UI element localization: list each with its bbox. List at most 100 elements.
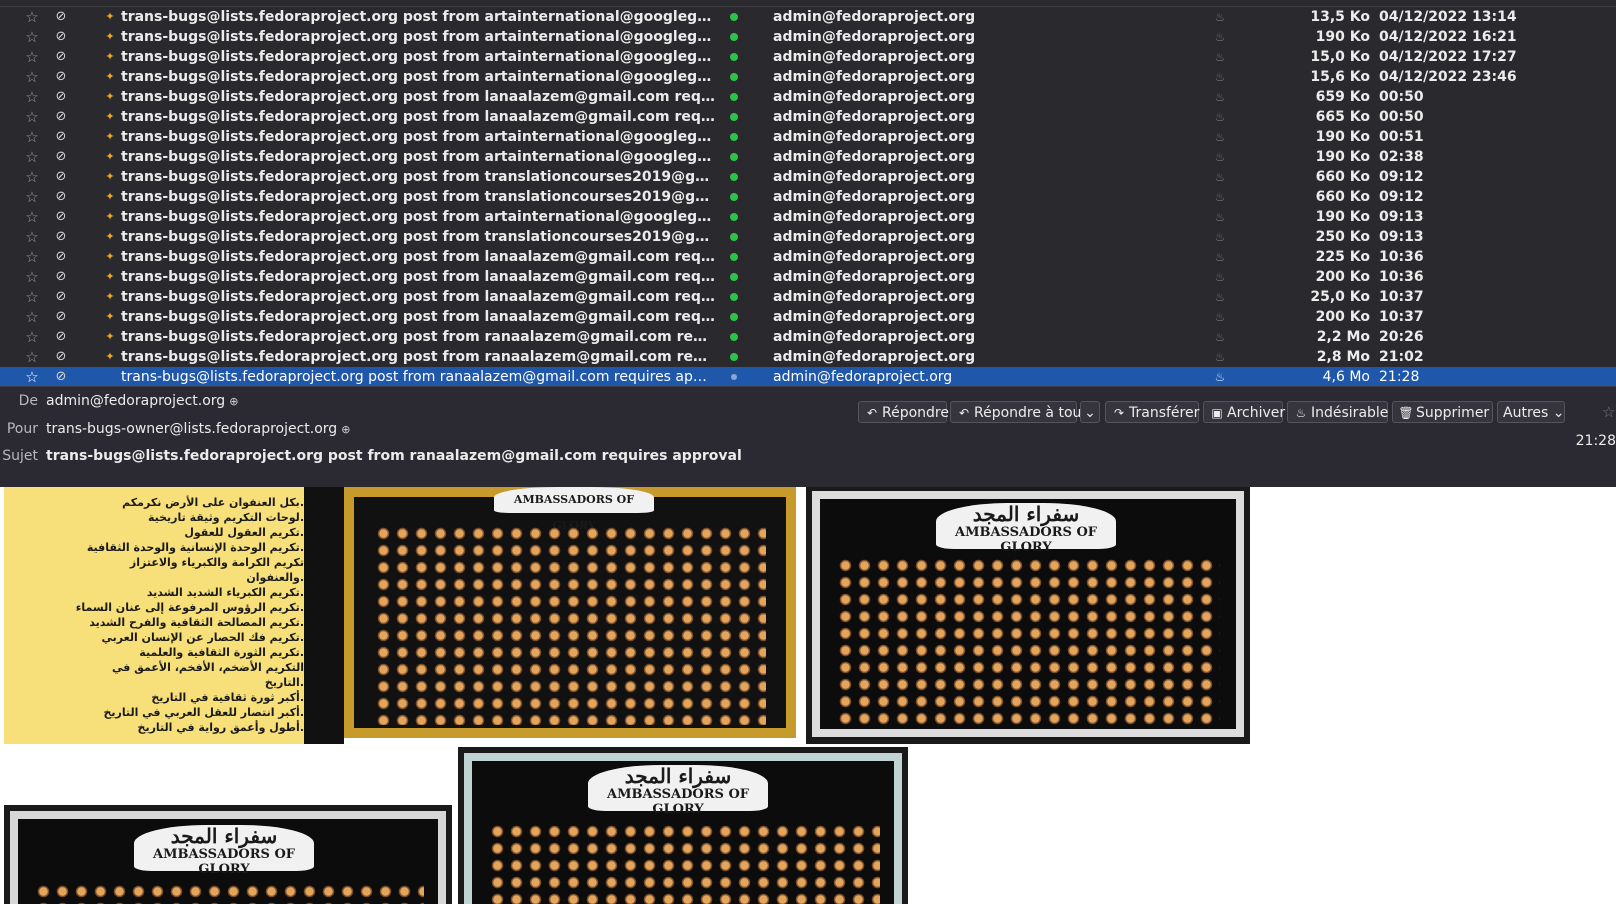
junk-icon[interactable]: ♨ (1212, 7, 1228, 27)
star-icon[interactable]: ☆ (1602, 403, 1615, 421)
reply-all-dropdown[interactable]: ⌄ (1080, 401, 1100, 423)
message-row[interactable]: ☆ ⊘ ✦ trans-bugs@lists.fedoraproject.org po… (0, 87, 1616, 107)
read-status-icon[interactable] (730, 13, 740, 21)
read-status-icon[interactable] (730, 133, 740, 141)
star-icon[interactable]: ☆ (22, 327, 42, 347)
forward-button[interactable]: ↷ Transférer (1105, 401, 1199, 423)
message-row[interactable]: ☆ ⊘ trans-bugs@lists.fedoraproject.org pos… (0, 367, 1616, 387)
address-book-icon[interactable]: ⊕ (229, 395, 238, 408)
delete-button[interactable]: 🗑 Supprimer (1392, 401, 1493, 423)
row-subject[interactable]: trans-bugs@lists.fedoraproject.org post … (121, 347, 715, 367)
star-icon[interactable]: ☆ (22, 107, 42, 127)
star-icon[interactable]: ☆ (22, 127, 42, 147)
star-icon[interactable]: ☆ (22, 267, 42, 287)
junk-icon[interactable]: ♨ (1212, 147, 1228, 167)
row-subject[interactable]: trans-bugs@lists.fedoraproject.org post … (121, 207, 715, 227)
row-subject[interactable]: trans-bugs@lists.fedoraproject.org post … (121, 87, 715, 107)
message-row[interactable]: ☆ ⊘ ✦ trans-bugs@lists.fedoraproject.org po… (0, 287, 1616, 307)
read-status-icon[interactable] (730, 253, 740, 261)
read-status-icon[interactable] (730, 373, 740, 381)
message-row[interactable]: ☆ ⊘ ✦ trans-bugs@lists.fedoraproject.org po… (0, 267, 1616, 287)
row-subject[interactable]: trans-bugs@lists.fedoraproject.org post … (121, 27, 715, 47)
star-icon[interactable]: ☆ (22, 27, 42, 47)
junk-icon[interactable]: ♨ (1212, 347, 1228, 367)
star-icon[interactable]: ☆ (22, 167, 42, 187)
message-row[interactable]: ☆ ⊘ ✦ trans-bugs@lists.fedoraproject.org po… (0, 27, 1616, 47)
junk-icon[interactable]: ♨ (1212, 307, 1228, 327)
row-subject[interactable]: trans-bugs@lists.fedoraproject.org post … (121, 267, 715, 287)
archive-button[interactable]: ▣ Archiver (1203, 401, 1285, 423)
message-list[interactable]: ☆ ⊘ ✦ trans-bugs@lists.fedoraproject.org po… (0, 0, 1616, 387)
message-row[interactable]: ☆ ⊘ ✦ trans-bugs@lists.fedoraproject.org po… (0, 307, 1616, 327)
junk-icon[interactable]: ♨ (1212, 287, 1228, 307)
junk-icon[interactable]: ♨ (1212, 87, 1228, 107)
junk-icon[interactable]: ♨ (1212, 47, 1228, 67)
read-status-icon[interactable] (730, 113, 740, 121)
read-status-icon[interactable] (730, 193, 740, 201)
read-status-icon[interactable] (730, 333, 740, 341)
star-icon[interactable]: ☆ (22, 227, 42, 247)
star-icon[interactable]: ☆ (22, 307, 42, 327)
row-subject[interactable]: trans-bugs@lists.fedoraproject.org post … (121, 187, 715, 207)
row-subject[interactable]: trans-bugs@lists.fedoraproject.org post … (121, 7, 715, 27)
row-subject[interactable]: trans-bugs@lists.fedoraproject.org post … (121, 107, 715, 127)
message-row[interactable]: ☆ ⊘ ✦ trans-bugs@lists.fedoraproject.org po… (0, 127, 1616, 147)
message-row[interactable]: ☆ ⊘ ✦ trans-bugs@lists.fedoraproject.org po… (0, 247, 1616, 267)
poster-image-gold-frame[interactable]: AMBASSADORS OF GLORY (344, 487, 796, 738)
row-subject[interactable]: trans-bugs@lists.fedoraproject.org post … (121, 127, 715, 147)
junk-icon[interactable]: ♨ (1212, 127, 1228, 147)
message-row[interactable]: ☆ ⊘ ✦ trans-bugs@lists.fedoraproject.org po… (0, 327, 1616, 347)
read-status-icon[interactable] (730, 353, 740, 361)
message-row[interactable]: ☆ ⊘ ✦ trans-bugs@lists.fedoraproject.org po… (0, 347, 1616, 367)
row-subject[interactable]: trans-bugs@lists.fedoraproject.org post … (121, 67, 715, 87)
more-button[interactable]: Autres ⌄ (1497, 401, 1565, 423)
row-subject[interactable]: trans-bugs@lists.fedoraproject.org post … (121, 367, 715, 387)
reply-all-button[interactable]: ↶ Répondre à tous (950, 401, 1089, 423)
star-icon[interactable]: ☆ (22, 207, 42, 227)
read-status-icon[interactable] (730, 313, 740, 321)
message-row[interactable]: ☆ ⊘ ✦ trans-bugs@lists.fedoraproject.org po… (0, 147, 1616, 167)
row-subject[interactable]: trans-bugs@lists.fedoraproject.org post … (121, 227, 715, 247)
poster-image-lower-middle[interactable]: سفراء المجد AMBASSADORS OF GLORY (458, 747, 908, 904)
message-row[interactable]: ☆ ⊘ ✦ trans-bugs@lists.fedoraproject.org po… (0, 107, 1616, 127)
message-row[interactable]: ☆ ⊘ ✦ trans-bugs@lists.fedoraproject.org po… (0, 47, 1616, 67)
message-row[interactable]: ☆ ⊘ ✦ trans-bugs@lists.fedoraproject.org po… (0, 227, 1616, 247)
message-row[interactable]: ☆ ⊘ ✦ trans-bugs@lists.fedoraproject.org po… (0, 7, 1616, 27)
from-field[interactable]: admin@fedoraproject.org ⊕ (46, 393, 238, 409)
junk-icon[interactable]: ♨ (1212, 207, 1228, 227)
row-subject[interactable]: trans-bugs@lists.fedoraproject.org post … (121, 147, 715, 167)
star-icon[interactable]: ☆ (22, 367, 42, 387)
to-field[interactable]: trans-bugs-owner@lists.fedoraproject.org… (46, 421, 350, 437)
junk-icon[interactable]: ♨ (1212, 27, 1228, 47)
junk-button[interactable]: ♨ Indésirable (1287, 401, 1388, 423)
read-status-icon[interactable] (730, 73, 740, 81)
junk-icon[interactable]: ♨ (1212, 367, 1228, 387)
message-row[interactable]: ☆ ⊘ ✦ trans-bugs@lists.fedoraproject.org po… (0, 187, 1616, 207)
poster-image-text[interactable]: بكل العنفوان على الأرض نكرمكم. لوحات التك… (4, 487, 344, 744)
message-body[interactable]: بكل العنفوان على الأرض نكرمكم. لوحات التك… (0, 487, 1616, 904)
read-status-icon[interactable] (730, 213, 740, 221)
poster-image-silver-frame[interactable]: سفراء المجد AMBASSADORS OF GLORY (806, 487, 1250, 744)
junk-icon[interactable]: ♨ (1212, 167, 1228, 187)
star-icon[interactable]: ☆ (22, 47, 42, 67)
read-status-icon[interactable] (730, 233, 740, 241)
star-icon[interactable]: ☆ (22, 347, 42, 367)
row-subject[interactable]: trans-bugs@lists.fedoraproject.org post … (121, 247, 715, 267)
row-subject[interactable]: trans-bugs@lists.fedoraproject.org post … (121, 47, 715, 67)
read-status-icon[interactable] (730, 273, 740, 281)
junk-icon[interactable]: ♨ (1212, 247, 1228, 267)
read-status-icon[interactable] (730, 53, 740, 61)
read-status-icon[interactable] (730, 293, 740, 301)
reply-button[interactable]: ↶ Répondre (858, 401, 949, 423)
junk-icon[interactable]: ♨ (1212, 327, 1228, 347)
read-status-icon[interactable] (730, 173, 740, 181)
message-row[interactable]: ☆ ⊘ ✦ trans-bugs@lists.fedoraproject.org po… (0, 207, 1616, 227)
address-book-icon[interactable]: ⊕ (341, 423, 350, 436)
read-status-icon[interactable] (730, 153, 740, 161)
to-address[interactable]: trans-bugs-owner@lists.fedoraproject.org (46, 421, 337, 437)
star-icon[interactable]: ☆ (22, 247, 42, 267)
star-icon[interactable]: ☆ (22, 67, 42, 87)
row-subject[interactable]: trans-bugs@lists.fedoraproject.org post … (121, 287, 715, 307)
junk-icon[interactable]: ♨ (1212, 227, 1228, 247)
row-subject[interactable]: trans-bugs@lists.fedoraproject.org post … (121, 307, 715, 327)
